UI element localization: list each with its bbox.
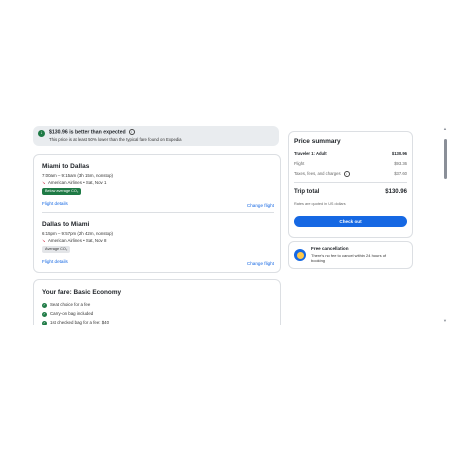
cancellation-title: Free cancellation: [311, 246, 349, 251]
fare-title: Your fare: Basic Economy: [42, 289, 122, 296]
price-summary-title: Price summary: [294, 138, 341, 145]
free-cancellation-card: Free cancellation There's no fee to canc…: [288, 241, 413, 269]
co2-badge: Average CO₂: [42, 246, 71, 253]
price-insight-banner: ↓ $130.96 is better than expected i This …: [33, 126, 279, 146]
trip-total-value: $130.96: [385, 189, 407, 195]
price-summary-card: Price summary Traveler 1: Adult $130.96 …: [288, 131, 413, 238]
fare-item: ✓ Carry-on bag included: [42, 311, 94, 317]
check-icon: ✓: [42, 312, 47, 317]
change-flight-link[interactable]: Change flight: [247, 261, 274, 266]
flight-details-link[interactable]: Flight details: [42, 201, 68, 206]
check-icon: ✓: [42, 303, 47, 308]
flight-airline: American Airlines • Sat, Nov 8: [48, 238, 107, 243]
arrow-down-icon: ↓: [38, 130, 45, 137]
flight-airline: American Airlines • Sat, Nov 1: [48, 180, 107, 185]
flight-price: $93.36: [394, 161, 407, 166]
flight-price-row: Flight $93.36: [294, 161, 407, 166]
flight-route: Miami to Dallas: [42, 163, 90, 170]
flight-details-link[interactable]: Flight details: [42, 259, 68, 264]
flight-times: 7:00am – 9:15am (3h 15m, nonstop): [42, 173, 114, 178]
banner-title: $130.96 is better than expected: [49, 129, 126, 136]
fare-item: ✓ 1st checked bag for a fee: $40: [42, 320, 110, 325]
info-icon[interactable]: i: [343, 171, 350, 177]
traveler-price: $130.96: [391, 151, 407, 156]
clock-icon: [294, 249, 306, 261]
airline-logo-icon: ↘: [42, 180, 46, 185]
flights-card: Miami to Dallas 7:00am – 9:15am (3h 15m,…: [33, 154, 281, 273]
taxes-price: $37.60: [394, 171, 407, 176]
trip-total-label: Trip total: [294, 189, 320, 195]
scroll-up-arrow-icon[interactable]: ▲: [443, 127, 447, 131]
check-out-button[interactable]: Check out: [294, 216, 407, 227]
scroll-thumb[interactable]: [444, 139, 447, 179]
currency-note: Rates are quoted in US dollars: [294, 202, 346, 206]
flight-route: Dallas to Miami: [42, 221, 90, 228]
airline-logo-icon: ↘: [42, 238, 46, 243]
fare-card: Your fare: Basic Economy ✓ Seat choice fo…: [33, 279, 281, 325]
scroll-down-arrow-icon[interactable]: ▼: [443, 319, 447, 323]
check-icon: ✓: [42, 321, 47, 325]
co2-badge: Below average CO₂: [42, 188, 82, 195]
divider: [294, 182, 407, 183]
banner-subtitle: This price is at least 50% lower than th…: [49, 137, 182, 142]
scrollbar[interactable]: ▲ ▼: [443, 127, 447, 323]
fare-item: ✓ Seat choice for a fee: [42, 302, 91, 308]
info-icon[interactable]: i: [128, 129, 135, 135]
flight-times: 6:15pm – 9:57pm (2h 42m, nonstop): [42, 231, 114, 236]
checkout-page: ↓ $130.96 is better than expected i This …: [30, 125, 420, 325]
cancellation-subtitle: There's no fee to cancel within 24 hours…: [311, 252, 387, 264]
traveler-row: Traveler 1: Adult $130.96: [294, 151, 407, 156]
change-flight-link[interactable]: Change flight: [247, 203, 274, 208]
divider: [42, 212, 274, 213]
taxes-row: Taxes, fees, and charges i $37.60: [294, 171, 407, 177]
